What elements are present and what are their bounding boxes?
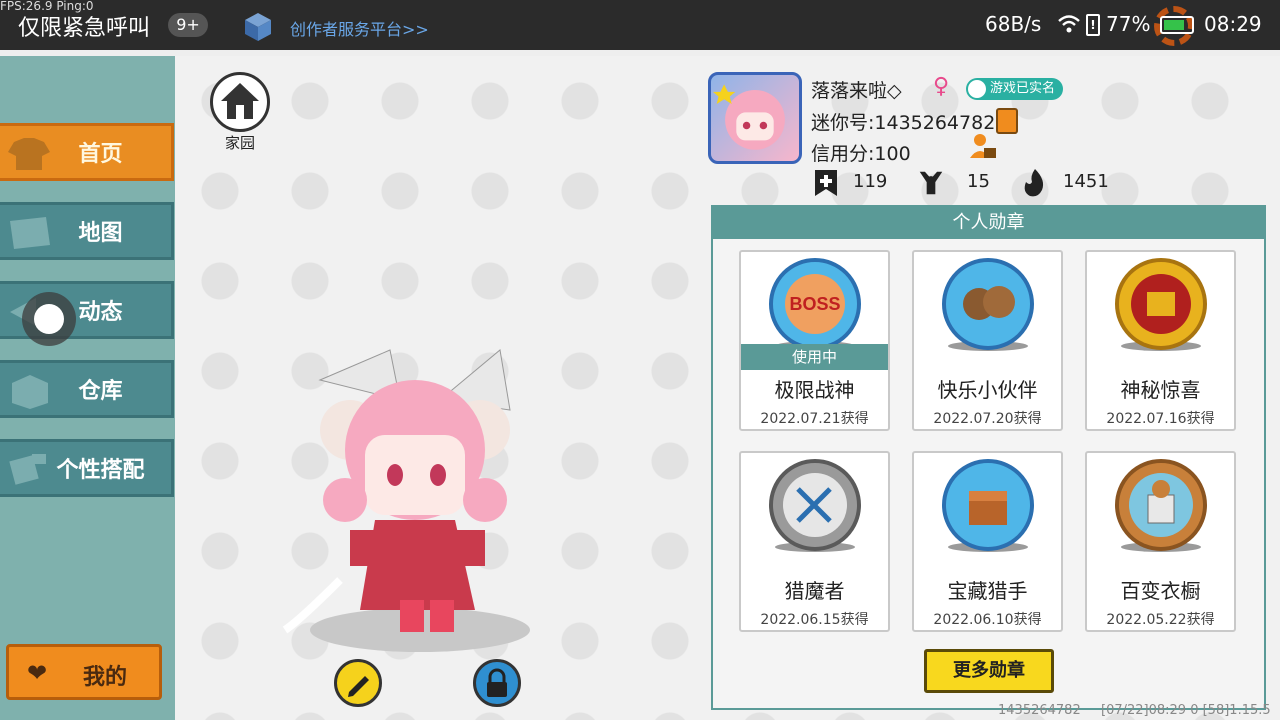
sidebar-item-label: 个性搭配 <box>56 458 145 483</box>
medal-date: 2022.06.15获得 <box>760 612 869 628</box>
lock-button[interactable] <box>473 659 521 707</box>
medal-name: 极限战神 <box>774 378 855 402</box>
lock-icon <box>487 668 507 697</box>
home-label: 家园 <box>224 134 255 152</box>
stat-value-added: 119 <box>853 171 888 192</box>
sidebar-item-label: 仓库 <box>78 379 123 404</box>
medal-date: 2022.07.20获得 <box>933 411 1042 427</box>
notification-badge[interactable]: 9+ <box>168 13 208 37</box>
copy-icon[interactable] <box>996 108 1018 134</box>
status-bar: FPS:26.9 Ping:0 仅限紧急呼叫 9+ 创作者服务平台>> 68B/… <box>0 0 1280 50</box>
gift-medal-icon <box>1115 258 1207 351</box>
credit-score: 信用分:100 <box>811 143 911 165</box>
battery-percent: 77% <box>1106 12 1151 36</box>
medal-card[interactable]: 神秘惊喜 2022.07.16获得 <box>1085 250 1236 431</box>
medal-card[interactable]: 宝藏猎手 2022.06.10获得 <box>912 451 1063 632</box>
character-avatar[interactable] <box>280 340 540 660</box>
creator-platform-link[interactable]: 创作者服务平台>> <box>290 16 429 40</box>
medal-name: 百变衣橱 <box>1120 579 1201 603</box>
heart-icon: ❤ <box>27 659 48 687</box>
realname-verified-badge[interactable]: 游戏已实名 <box>966 78 1064 100</box>
medal-panel-title: 个人勋章 <box>713 207 1264 239</box>
wardrobe-medal-icon <box>1115 459 1207 552</box>
edit-button[interactable] <box>334 659 382 707</box>
medal-date: 2022.06.10获得 <box>933 612 1042 628</box>
sidebar-item-outfit[interactable]: 个性搭配 <box>0 439 174 497</box>
medal-date: 2022.07.21获得 <box>760 411 869 427</box>
stat-value-cheers: 15 <box>967 171 990 192</box>
profile-avatar[interactable] <box>708 72 802 164</box>
medal-name: 猎魔者 <box>784 579 845 603</box>
treasure-medal-icon <box>942 459 1034 552</box>
footer-timestamp: [07/22]08:29 0 [58]1.15.5 <box>1101 703 1271 718</box>
mine-label: 我的 <box>83 665 128 690</box>
friends-medal-icon <box>942 258 1034 351</box>
house-icon <box>221 83 259 119</box>
medal-card[interactable]: 百变衣橱 2022.05.22获得 <box>1085 451 1236 632</box>
carrier-label: 仅限紧急呼叫 <box>18 16 151 41</box>
flame-icon <box>1024 169 1044 197</box>
sidebar-item-storage[interactable]: 仓库 <box>0 360 174 418</box>
boss-medal-icon: BOSS <box>769 258 861 351</box>
svg-text:BOSS: BOSS <box>789 294 840 314</box>
bookmark-plus-icon <box>815 170 837 196</box>
verified-label: 游戏已实名 <box>990 81 1056 96</box>
battery-icon <box>1160 16 1194 34</box>
avatar-portrait <box>712 84 785 150</box>
home-button[interactable] <box>210 72 270 132</box>
female-icon: ♀ <box>933 74 950 99</box>
medal-date: 2022.05.22获得 <box>1106 612 1215 628</box>
cheer-icon <box>919 171 943 195</box>
medal-name: 宝藏猎手 <box>947 579 1028 603</box>
verified-user-icon <box>968 80 986 98</box>
sword-medal-icon <box>769 459 861 552</box>
sidebar-item-label: 首页 <box>78 142 123 167</box>
in-use-label: 使用中 <box>741 344 888 370</box>
stat-value-popularity: 1451 <box>1063 171 1109 192</box>
medal-card[interactable]: BOSS 使用中 极限战神 2022.07.21获得 <box>739 250 890 431</box>
network-speed: 68B/s <box>985 12 1042 36</box>
battery-level-fill <box>1164 20 1184 30</box>
friend-card-icon[interactable] <box>968 132 996 160</box>
wifi-icon <box>1058 15 1080 33</box>
cube-icon[interactable] <box>244 12 272 42</box>
medal-card[interactable]: 快乐小伙伴 2022.07.20获得 <box>912 250 1063 431</box>
battery-alert-icon: ! <box>1086 14 1100 36</box>
sidebar-item-home[interactable]: 首页 <box>0 123 174 181</box>
mine-button[interactable]: ❤ 我的 <box>6 644 162 700</box>
nickname-mark: ◇ <box>887 80 902 102</box>
medal-card[interactable]: 猎魔者 2022.06.15获得 <box>739 451 890 632</box>
medal-name: 快乐小伙伴 <box>937 378 1038 402</box>
more-medals-button[interactable]: 更多勋章 <box>924 649 1054 693</box>
mini-id: 迷你号:1435264782 <box>811 112 996 134</box>
nickname: 落落来啦◇ <box>811 80 902 102</box>
sidebar-item-map[interactable]: 地图 <box>0 202 174 260</box>
footer-user-id: 1435264782 <box>998 703 1081 718</box>
medal-date: 2022.07.16获得 <box>1106 411 1215 427</box>
floating-assistant-button[interactable] <box>22 292 76 346</box>
clock: 08:29 <box>1204 12 1262 36</box>
pencil-icon <box>348 676 369 697</box>
sidebar-item-label: 地图 <box>78 221 123 246</box>
medal-name: 神秘惊喜 <box>1120 378 1201 402</box>
